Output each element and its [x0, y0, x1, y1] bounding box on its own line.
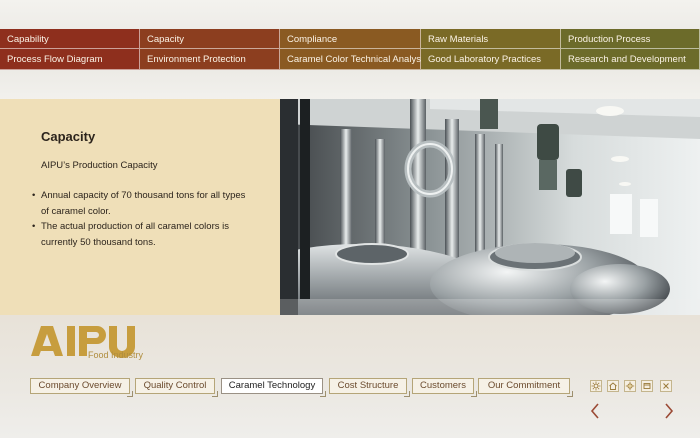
tab-corner-icon [567, 391, 573, 397]
window-icon[interactable] [641, 380, 653, 392]
nav-good-laboratory-practices[interactable]: Good Laboratory Practices [421, 49, 561, 70]
tab-caramel-technology[interactable]: Caramel Technology [221, 378, 326, 397]
chevron-left-icon[interactable] [589, 402, 601, 420]
list-item: • Annual capacity of 70 thousand tons fo… [32, 188, 252, 219]
tab-company-overview[interactable]: Company Overview [30, 378, 133, 397]
list-item: • The actual production of all caramel c… [32, 219, 252, 250]
tab-customers[interactable]: Customers [412, 378, 477, 397]
tab-quality-control[interactable]: Quality Control [135, 378, 218, 397]
tab-label: Quality Control [143, 380, 207, 391]
nav-capacity[interactable]: Capacity [140, 29, 280, 49]
tab-label: Caramel Technology [228, 380, 316, 391]
home-icon[interactable] [607, 380, 619, 392]
tab-corner-icon [212, 391, 218, 397]
bullet-line: currently 50 thousand tons. [41, 236, 156, 248]
tab-label: Cost Structure [337, 380, 399, 391]
tab-corner-icon [471, 391, 477, 397]
top-navigation: Capability Capacity Compliance Raw Mater… [0, 29, 700, 70]
close-icon[interactable] [660, 380, 672, 392]
bullet-list: • Annual capacity of 70 thousand tons fo… [32, 188, 252, 250]
nav-environment-protection[interactable]: Environment Protection [140, 49, 280, 70]
factory-photo [280, 99, 700, 315]
nav-raw-materials[interactable]: Raw Materials [421, 29, 561, 49]
nav-research-development[interactable]: Research and Development [561, 49, 700, 70]
tab-label: Our Commitment [487, 380, 561, 391]
bullet-line: of caramel color. [41, 205, 111, 217]
nav-process-flow-diagram[interactable]: Process Flow Diagram [0, 49, 140, 70]
nav-caramel-color-analysis[interactable]: Caramel Color Technical Analysis [280, 49, 428, 70]
bullet-icon: • [32, 221, 36, 232]
sun-icon[interactable] [590, 380, 602, 392]
nav-production-process[interactable]: Production Process [561, 29, 700, 49]
tab-corner-icon [127, 391, 133, 397]
tab-our-commitment[interactable]: Our Commitment [478, 378, 573, 397]
nav-capability[interactable]: Capability [0, 29, 140, 49]
logo-tagline: Food Industry [88, 350, 144, 360]
tab-corner-icon [404, 391, 410, 397]
chevron-right-icon[interactable] [663, 402, 675, 420]
page-title: Capacity [41, 129, 96, 144]
tab-cost-structure[interactable]: Cost Structure [329, 378, 410, 397]
tab-label: Company Overview [38, 380, 122, 391]
nav-compliance[interactable]: Compliance [280, 29, 421, 49]
tab-label: Customers [420, 380, 466, 391]
brightness-icon[interactable] [624, 380, 636, 392]
bullet-icon: • [32, 190, 36, 201]
tab-corner-icon [320, 391, 326, 397]
bullet-line: The actual production of all caramel col… [41, 221, 229, 232]
page-subtitle: AIPU’s Production Capacity [41, 160, 158, 171]
bullet-line: Annual capacity of 70 thousand tons for … [41, 190, 246, 201]
content-panel: Capacity AIPU’s Production Capacity • An… [0, 99, 280, 315]
